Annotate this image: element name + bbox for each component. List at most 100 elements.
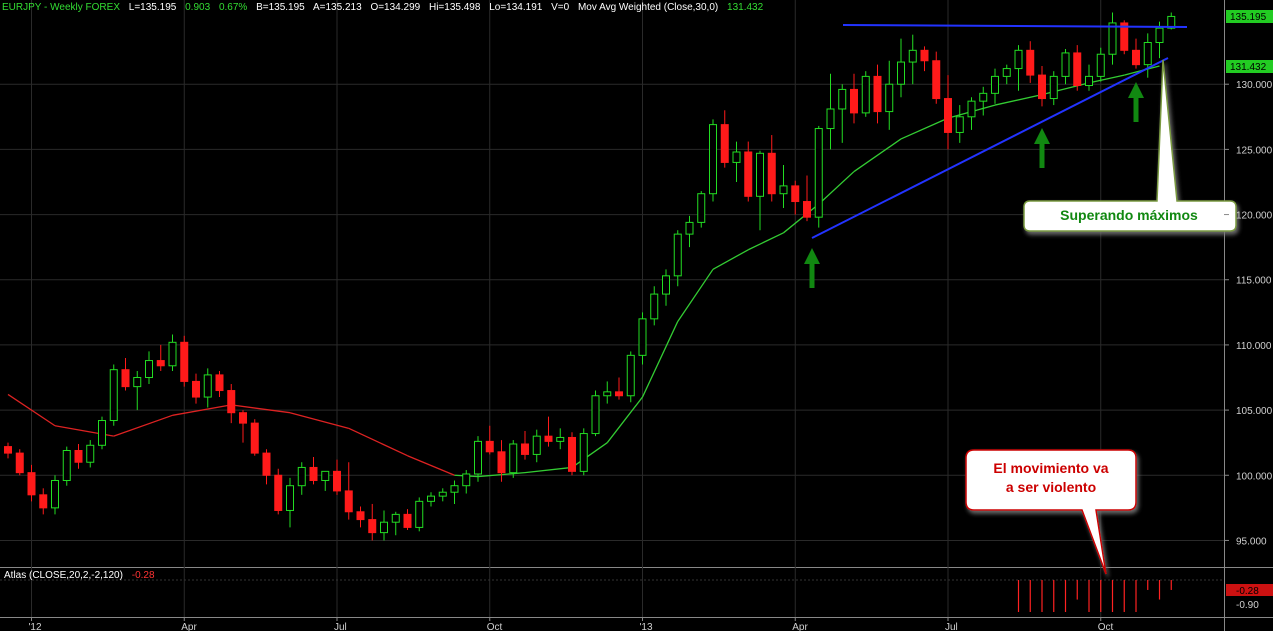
price-tick-label: 115.000 (1236, 276, 1272, 287)
candle-body (1061, 52, 1070, 77)
candle-bull (62, 446, 71, 486)
candle-body (1073, 52, 1082, 87)
candle-bear (1120, 20, 1129, 55)
candle-bull (626, 351, 635, 403)
time-tick-label: '12 (29, 622, 42, 631)
candle-body (791, 185, 800, 203)
price-tick-label: 130.000 (1236, 80, 1273, 91)
candle-body (192, 380, 200, 398)
high-price: Hi=135.498 (429, 2, 481, 13)
candle-body (427, 495, 435, 502)
candle-body (250, 422, 259, 454)
candle-body (885, 83, 894, 113)
candle-body (239, 412, 247, 424)
candle-body (826, 108, 835, 130)
candle-body (979, 92, 988, 102)
ma-value: 131.432 (727, 2, 764, 13)
indicator-label: Atlas (CLOSE,20,2,-2,120) (4, 570, 123, 581)
candle-body (1132, 49, 1140, 66)
price-tick-label: 105.000 (1236, 406, 1273, 417)
indicator-header: Atlas (CLOSE,20,2,-2,120) -0.28 (4, 570, 155, 581)
candle-body (156, 360, 165, 367)
candle-bull (861, 71, 870, 117)
volume: V=0 (551, 2, 570, 13)
bid-price: B=135.195 (256, 2, 305, 13)
candle-body (450, 485, 459, 493)
open-price: O=134.299 (370, 2, 420, 13)
candle-body (391, 513, 400, 523)
symbol-label: EURJPY - Weekly FOREX (2, 2, 120, 13)
candle-body (744, 151, 753, 197)
candle-body (74, 450, 83, 463)
candle-body (1096, 53, 1105, 77)
time-tick-label: Apr (792, 622, 808, 631)
price-tick-label: 125.000 (1236, 145, 1273, 156)
change: 0.903 (185, 2, 210, 13)
time-tick-label: Jul (334, 622, 347, 631)
candle-body (920, 49, 929, 62)
candle-body (955, 116, 964, 133)
candle-body (803, 201, 811, 218)
candle-body (521, 443, 529, 455)
candle-body (15, 452, 24, 474)
candle-body (109, 369, 118, 422)
candle-body (509, 443, 518, 474)
candle-bull (697, 191, 706, 228)
candle-body (1026, 49, 1035, 76)
candle-body (51, 479, 59, 509)
price-tick-label: 95.000 (1236, 536, 1267, 547)
candle-body (286, 485, 294, 511)
time-tick-label: Apr (181, 622, 197, 631)
candle-body (462, 473, 471, 487)
price-tick-label: 120.000 (1236, 211, 1273, 222)
candle-body (1085, 75, 1093, 87)
candle-body (309, 466, 318, 481)
ask-price: A=135.213 (313, 2, 362, 13)
candle-bear (250, 419, 259, 456)
indicator-axis-tick: -0.90 (1236, 600, 1259, 611)
candle-bear (180, 335, 189, 387)
candle-body (697, 193, 706, 223)
candle-body (897, 61, 905, 85)
last-price-badge-text: 135.195 (1230, 12, 1267, 23)
candle-body (850, 88, 858, 114)
candle-body (438, 491, 447, 497)
time-tick-label: '13 (640, 622, 653, 631)
candle-body (615, 391, 623, 397)
candle-body (603, 391, 612, 397)
candle-body (227, 390, 236, 414)
candle-body (62, 450, 71, 481)
ma-price-badge-text: 131.432 (1230, 62, 1267, 73)
time-tick-label: Oct (1098, 622, 1114, 631)
candle-body (685, 221, 694, 235)
candle-body (650, 293, 659, 320)
candle-body (380, 521, 388, 534)
candle-body (662, 275, 670, 295)
price-tick-label: 110.000 (1236, 341, 1272, 352)
callout-breakout-text: Superando máximos (1060, 207, 1198, 223)
candle-body (215, 374, 224, 392)
candle-body (967, 100, 976, 118)
candle-body (532, 435, 541, 455)
candle-bull (591, 390, 600, 437)
candle-bear (15, 449, 24, 476)
candle-body (861, 75, 870, 114)
candle-body (932, 60, 941, 100)
candle-bear (568, 432, 576, 476)
candle-body (203, 374, 212, 398)
candle-body (767, 152, 776, 195)
candle-body (1038, 74, 1046, 100)
indicator-badge-text: -0.28 (1236, 586, 1259, 597)
candle-body (1155, 27, 1164, 43)
candle-body (1049, 75, 1058, 100)
candle-body (873, 75, 882, 113)
candle-body (403, 513, 412, 528)
candle-body (415, 500, 424, 528)
candle-body (991, 75, 999, 94)
candle-body (368, 519, 377, 534)
last-price: L=135.195 (129, 2, 177, 13)
candle-body (297, 466, 306, 487)
candle-body (568, 436, 576, 472)
candle-body (944, 98, 952, 133)
candle-body (838, 88, 847, 110)
